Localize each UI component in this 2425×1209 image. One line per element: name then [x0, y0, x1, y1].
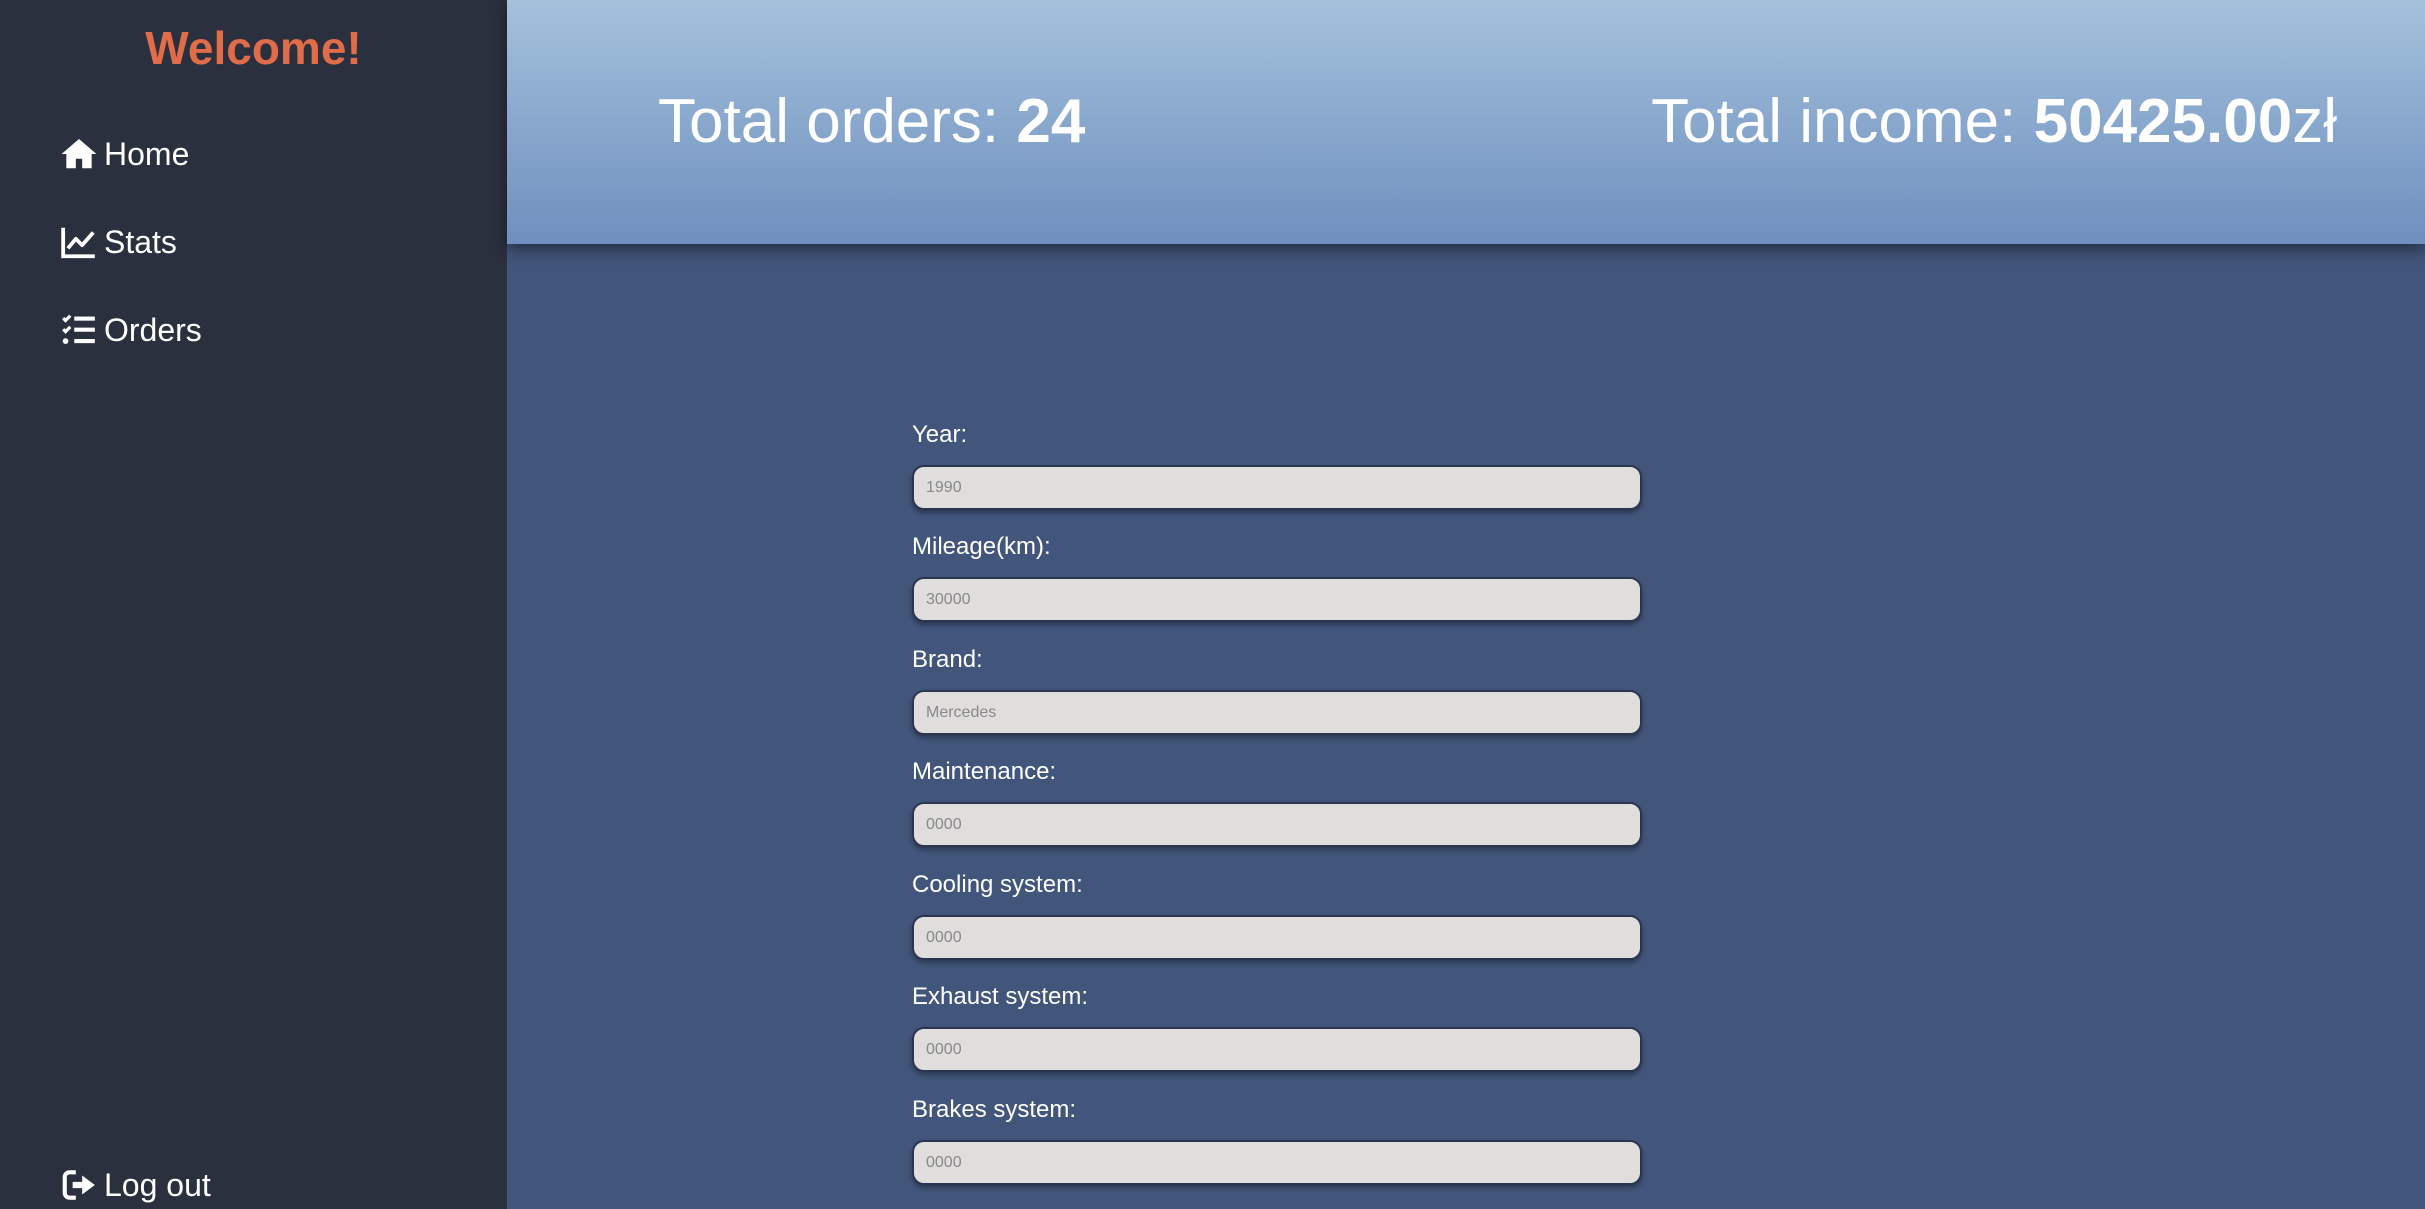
stats-header: Total orders: 24 Total income: 50425.00z…	[507, 0, 2425, 244]
year-label: Year:	[912, 421, 968, 448]
total-income-value: 50425.00	[2033, 87, 2293, 156]
total-orders-label: Total orders:	[658, 87, 1017, 156]
maintenance-label: Maintenance:	[912, 758, 1057, 785]
cooling-system-label: Cooling system:	[912, 871, 1083, 898]
maintenance-input[interactable]	[912, 802, 1642, 847]
maintenance-field-group: Maintenance:	[912, 757, 1642, 847]
total-income: Total income: 50425.00zł	[1651, 84, 2337, 160]
brakes-system-input[interactable]	[912, 1140, 1642, 1185]
brand-label: Brand:	[912, 646, 983, 673]
total-income-label: Total income:	[1651, 87, 2034, 156]
sidebar-item-label: Orders	[104, 311, 202, 348]
logout-label: Log out	[104, 1166, 211, 1203]
total-orders: Total orders: 24	[658, 84, 1085, 160]
sidebar-item-orders[interactable]: Orders	[60, 305, 202, 355]
total-orders-value: 24	[1016, 87, 1086, 156]
exhaust-system-input[interactable]	[912, 1027, 1642, 1072]
welcome-title: Welcome!	[145, 22, 362, 74]
mileage-field-group: Mileage(km):	[912, 532, 1642, 622]
sidebar-item-stats[interactable]: Stats	[60, 217, 177, 267]
sidebar-item-label: Stats	[104, 223, 177, 260]
year-field-group: Year:	[912, 420, 1642, 510]
brand-input[interactable]	[912, 690, 1642, 735]
home-icon	[60, 135, 98, 173]
sign-out-icon	[60, 1166, 98, 1204]
sidebar: Welcome! Home Stats Orders Log out	[0, 0, 507, 1209]
brand-field-group: Brand:	[912, 645, 1642, 735]
mileage-input[interactable]	[912, 577, 1642, 622]
total-income-currency: zł	[2292, 87, 2337, 156]
cooling-system-field-group: Cooling system:	[912, 870, 1642, 960]
chart-line-icon	[60, 223, 98, 261]
exhaust-system-label: Exhaust system:	[912, 983, 1089, 1010]
brakes-system-label: Brakes system:	[912, 1096, 1077, 1123]
brakes-system-field-group: Brakes system:	[912, 1095, 1642, 1185]
list-check-icon	[60, 311, 98, 349]
mileage-label: Mileage(km):	[912, 533, 1051, 560]
year-input[interactable]	[912, 465, 1642, 510]
logout-button[interactable]: Log out	[60, 1160, 211, 1209]
sidebar-item-label: Home	[104, 135, 190, 172]
exhaust-system-field-group: Exhaust system:	[912, 982, 1642, 1072]
sidebar-item-home[interactable]: Home	[60, 129, 189, 179]
cooling-system-input[interactable]	[912, 915, 1642, 960]
